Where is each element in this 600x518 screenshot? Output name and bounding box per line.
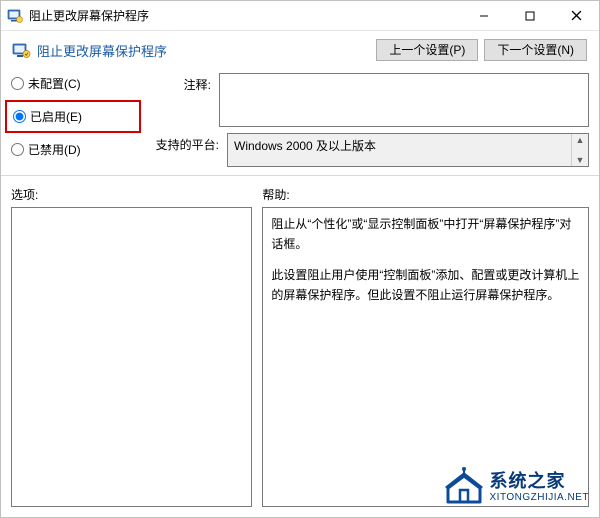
help-box[interactable]: 阻止从“个性化”或“显示控制面板”中打开“屏幕保护程序”对话框。 此设置阻止用户… xyxy=(262,207,589,507)
comment-row: 注释: xyxy=(151,73,589,127)
radio-column: 未配置(C) 已启用(E) 已禁用(D) xyxy=(11,73,141,167)
watermark-cn: 系统之家 xyxy=(490,472,590,492)
radio-enabled-label: 已启用(E) xyxy=(30,108,82,125)
scroll-down-icon[interactable]: ▼ xyxy=(576,154,585,166)
enabled-highlight: 已启用(E) xyxy=(5,100,141,133)
title-text: 阻止更改屏幕保护程序 xyxy=(29,7,461,24)
fields-column: 注释: 支持的平台: Windows 2000 及以上版本 ▲ ▼ xyxy=(151,73,589,167)
options-box[interactable] xyxy=(11,207,252,507)
scroll-up-icon[interactable]: ▲ xyxy=(576,134,585,146)
previous-setting-button[interactable]: 上一个设置(P) xyxy=(376,39,478,61)
nav-buttons: 上一个设置(P) 下一个设置(N) xyxy=(376,39,587,61)
maximize-button[interactable] xyxy=(507,1,553,30)
header-title: 阻止更改屏幕保护程序 xyxy=(37,41,167,60)
watermark-text: 系统之家 XITONGZHIJIA.NET xyxy=(490,472,590,503)
help-paragraph-1: 阻止从“个性化”或“显示控制面板”中打开“屏幕保护程序”对话框。 xyxy=(271,214,580,255)
policy-window: 阻止更改屏幕保护程序 阻止 xyxy=(0,0,600,518)
app-icon xyxy=(7,8,23,24)
policy-icon xyxy=(11,40,31,60)
radio-not-configured-label: 未配置(C) xyxy=(28,75,81,92)
options-label: 选项: xyxy=(11,186,252,203)
platform-row: 支持的平台: Windows 2000 及以上版本 ▲ ▼ xyxy=(151,133,589,167)
radio-disabled-input[interactable] xyxy=(11,143,24,156)
help-column: 帮助: 阻止从“个性化”或“显示控制面板”中打开“屏幕保护程序”对话框。 此设置… xyxy=(262,186,589,507)
minimize-button[interactable] xyxy=(461,1,507,30)
watermark-en: XITONGZHIJIA.NET xyxy=(490,492,590,503)
radio-disabled-label: 已禁用(D) xyxy=(28,141,81,158)
platform-label: 支持的平台: xyxy=(151,133,219,153)
radio-enabled[interactable]: 已启用(E) xyxy=(13,108,133,125)
next-setting-button[interactable]: 下一个设置(N) xyxy=(484,39,587,61)
radio-not-configured-input[interactable] xyxy=(11,77,24,90)
options-column: 选项: xyxy=(11,186,252,507)
help-paragraph-2: 此设置阻止用户使用“控制面板”添加、配置或更改计算机上的屏幕保护程序。但此设置不… xyxy=(271,265,580,306)
config-section: 未配置(C) 已启用(E) 已禁用(D) 注释: 支持的平台: W xyxy=(1,65,599,171)
help-label: 帮助: xyxy=(262,186,589,203)
platform-value: Windows 2000 及以上版本 xyxy=(234,139,376,153)
comment-textarea[interactable] xyxy=(219,73,589,127)
window-controls xyxy=(461,1,599,30)
watermark: 系统之家 XITONGZHIJIA.NET xyxy=(444,466,590,509)
platform-box: Windows 2000 及以上版本 ▲ ▼ xyxy=(227,133,589,167)
radio-disabled[interactable]: 已禁用(D) xyxy=(11,141,141,158)
platform-scrollbar[interactable]: ▲ ▼ xyxy=(571,134,588,166)
bottom-area: 选项: 帮助: 阻止从“个性化”或“显示控制面板”中打开“屏幕保护程序”对话框。… xyxy=(1,180,599,517)
divider xyxy=(1,175,599,176)
titlebar: 阻止更改屏幕保护程序 xyxy=(1,1,599,31)
header-left: 阻止更改屏幕保护程序 xyxy=(11,40,368,60)
radio-not-configured[interactable]: 未配置(C) xyxy=(11,75,141,92)
close-button[interactable] xyxy=(553,1,599,30)
comment-label: 注释: xyxy=(151,73,211,93)
header-row: 阻止更改屏幕保护程序 上一个设置(P) 下一个设置(N) xyxy=(1,31,599,65)
watermark-logo-icon xyxy=(444,466,484,509)
radio-enabled-input[interactable] xyxy=(13,110,26,123)
